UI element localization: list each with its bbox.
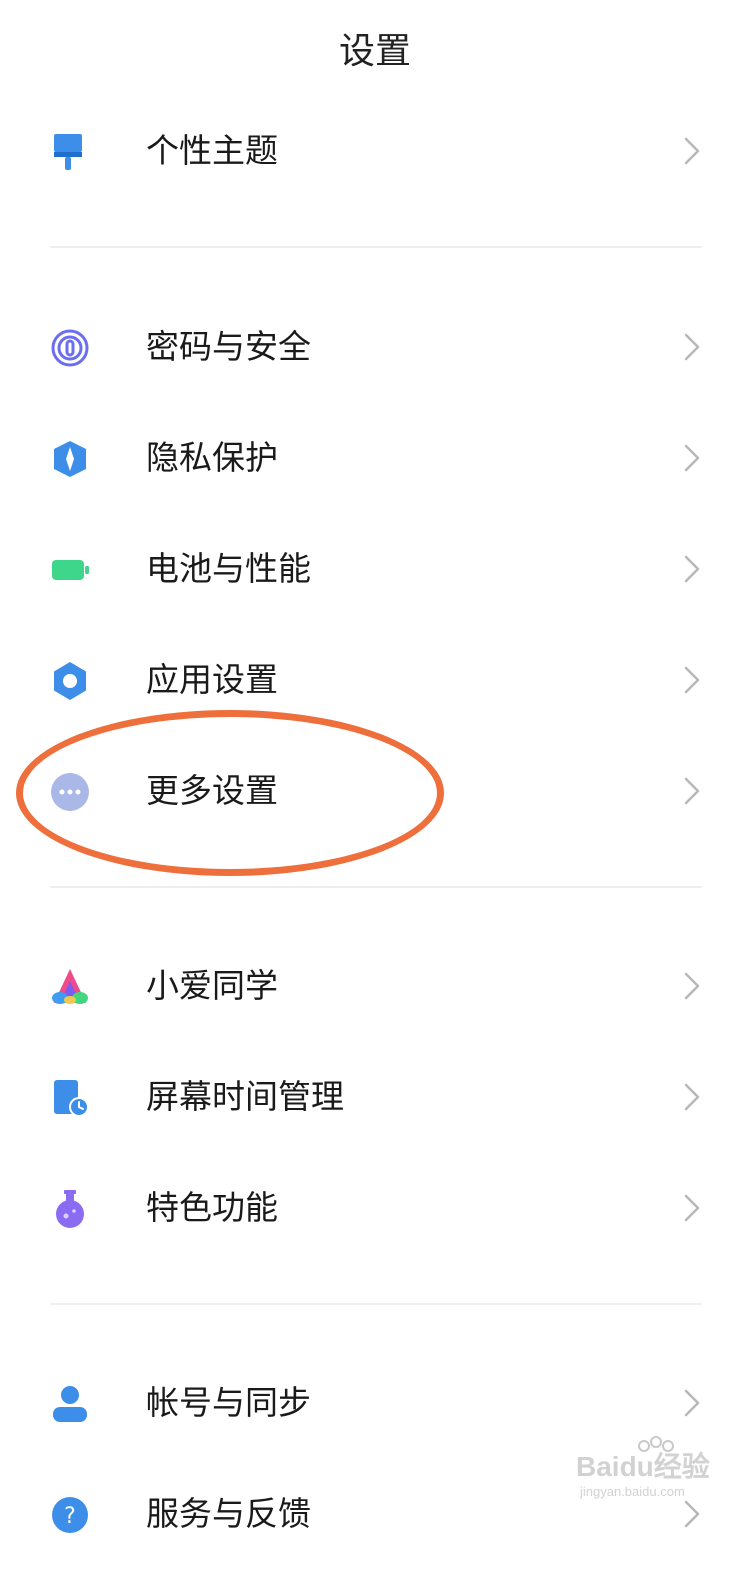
- help-icon: ?: [50, 1495, 90, 1535]
- settings-item-password-security[interactable]: 密码与安全: [0, 292, 750, 402]
- xiaoai-assistant-icon: [50, 967, 90, 1007]
- group-divider: [50, 886, 702, 888]
- fingerprint-icon: [50, 328, 90, 368]
- settings-item-label: 小爱同学: [146, 966, 278, 1005]
- settings-item-theme[interactable]: 个性主题: [0, 96, 750, 206]
- settings-item-label: 隐私保护: [146, 438, 278, 477]
- more-dots-icon: [50, 772, 90, 812]
- settings-item-features[interactable]: 特色功能: [0, 1153, 750, 1263]
- chevron-right-icon: [680, 1388, 704, 1418]
- chevron-right-icon: [680, 1499, 704, 1529]
- chevron-right-icon: [680, 1193, 704, 1223]
- chevron-right-icon: [680, 1082, 704, 1112]
- settings-item-label: 更多设置: [146, 771, 278, 810]
- watermark-url: jingyan.baidu.com: [579, 1484, 685, 1499]
- chevron-right-icon: [680, 332, 704, 362]
- battery-icon: [50, 550, 90, 590]
- settings-item-privacy[interactable]: 隐私保护: [0, 403, 750, 513]
- settings-item-label: 应用设置: [146, 660, 278, 699]
- chevron-right-icon: [680, 554, 704, 584]
- page-title: 设置: [338, 31, 411, 72]
- gear-icon: [50, 661, 90, 701]
- settings-item-label: 服务与反馈: [146, 1494, 311, 1533]
- chevron-right-icon: [680, 443, 704, 473]
- settings-item-label: 电池与性能: [146, 549, 311, 588]
- settings-item-label: 密码与安全: [146, 327, 311, 366]
- chevron-right-icon: [680, 971, 704, 1001]
- settings-item-label: 屏幕时间管理: [146, 1077, 344, 1116]
- settings-item-app-settings[interactable]: 应用设置: [0, 625, 750, 735]
- paint-brush-icon: [50, 132, 90, 172]
- flask-icon: [50, 1189, 90, 1229]
- group-divider: [50, 246, 702, 248]
- chevron-right-icon: [680, 665, 704, 695]
- chevron-right-icon: [680, 136, 704, 166]
- group-divider: [50, 1303, 702, 1305]
- chevron-right-icon: [680, 776, 704, 806]
- screen-time-icon: [50, 1078, 90, 1118]
- baidu-jingyan-watermark: Baidu经验 jingyan.baidu.com: [576, 1436, 716, 1500]
- settings-item-battery[interactable]: 电池与性能: [0, 514, 750, 624]
- settings-item-screen-time[interactable]: 屏幕时间管理: [0, 1042, 750, 1152]
- svg-text:?: ?: [64, 1504, 76, 1529]
- settings-item-label: 个性主题: [146, 131, 278, 170]
- settings-item-label: 帐号与同步: [146, 1383, 311, 1422]
- settings-item-more-settings[interactable]: 更多设置: [0, 736, 750, 846]
- settings-item-label: 特色功能: [146, 1188, 278, 1227]
- settings-item-xiaoai[interactable]: 小爱同学: [0, 931, 750, 1041]
- account-icon: [50, 1384, 90, 1424]
- privacy-shield-icon: [50, 439, 90, 479]
- watermark-brand: Baidu经验: [576, 1450, 710, 1482]
